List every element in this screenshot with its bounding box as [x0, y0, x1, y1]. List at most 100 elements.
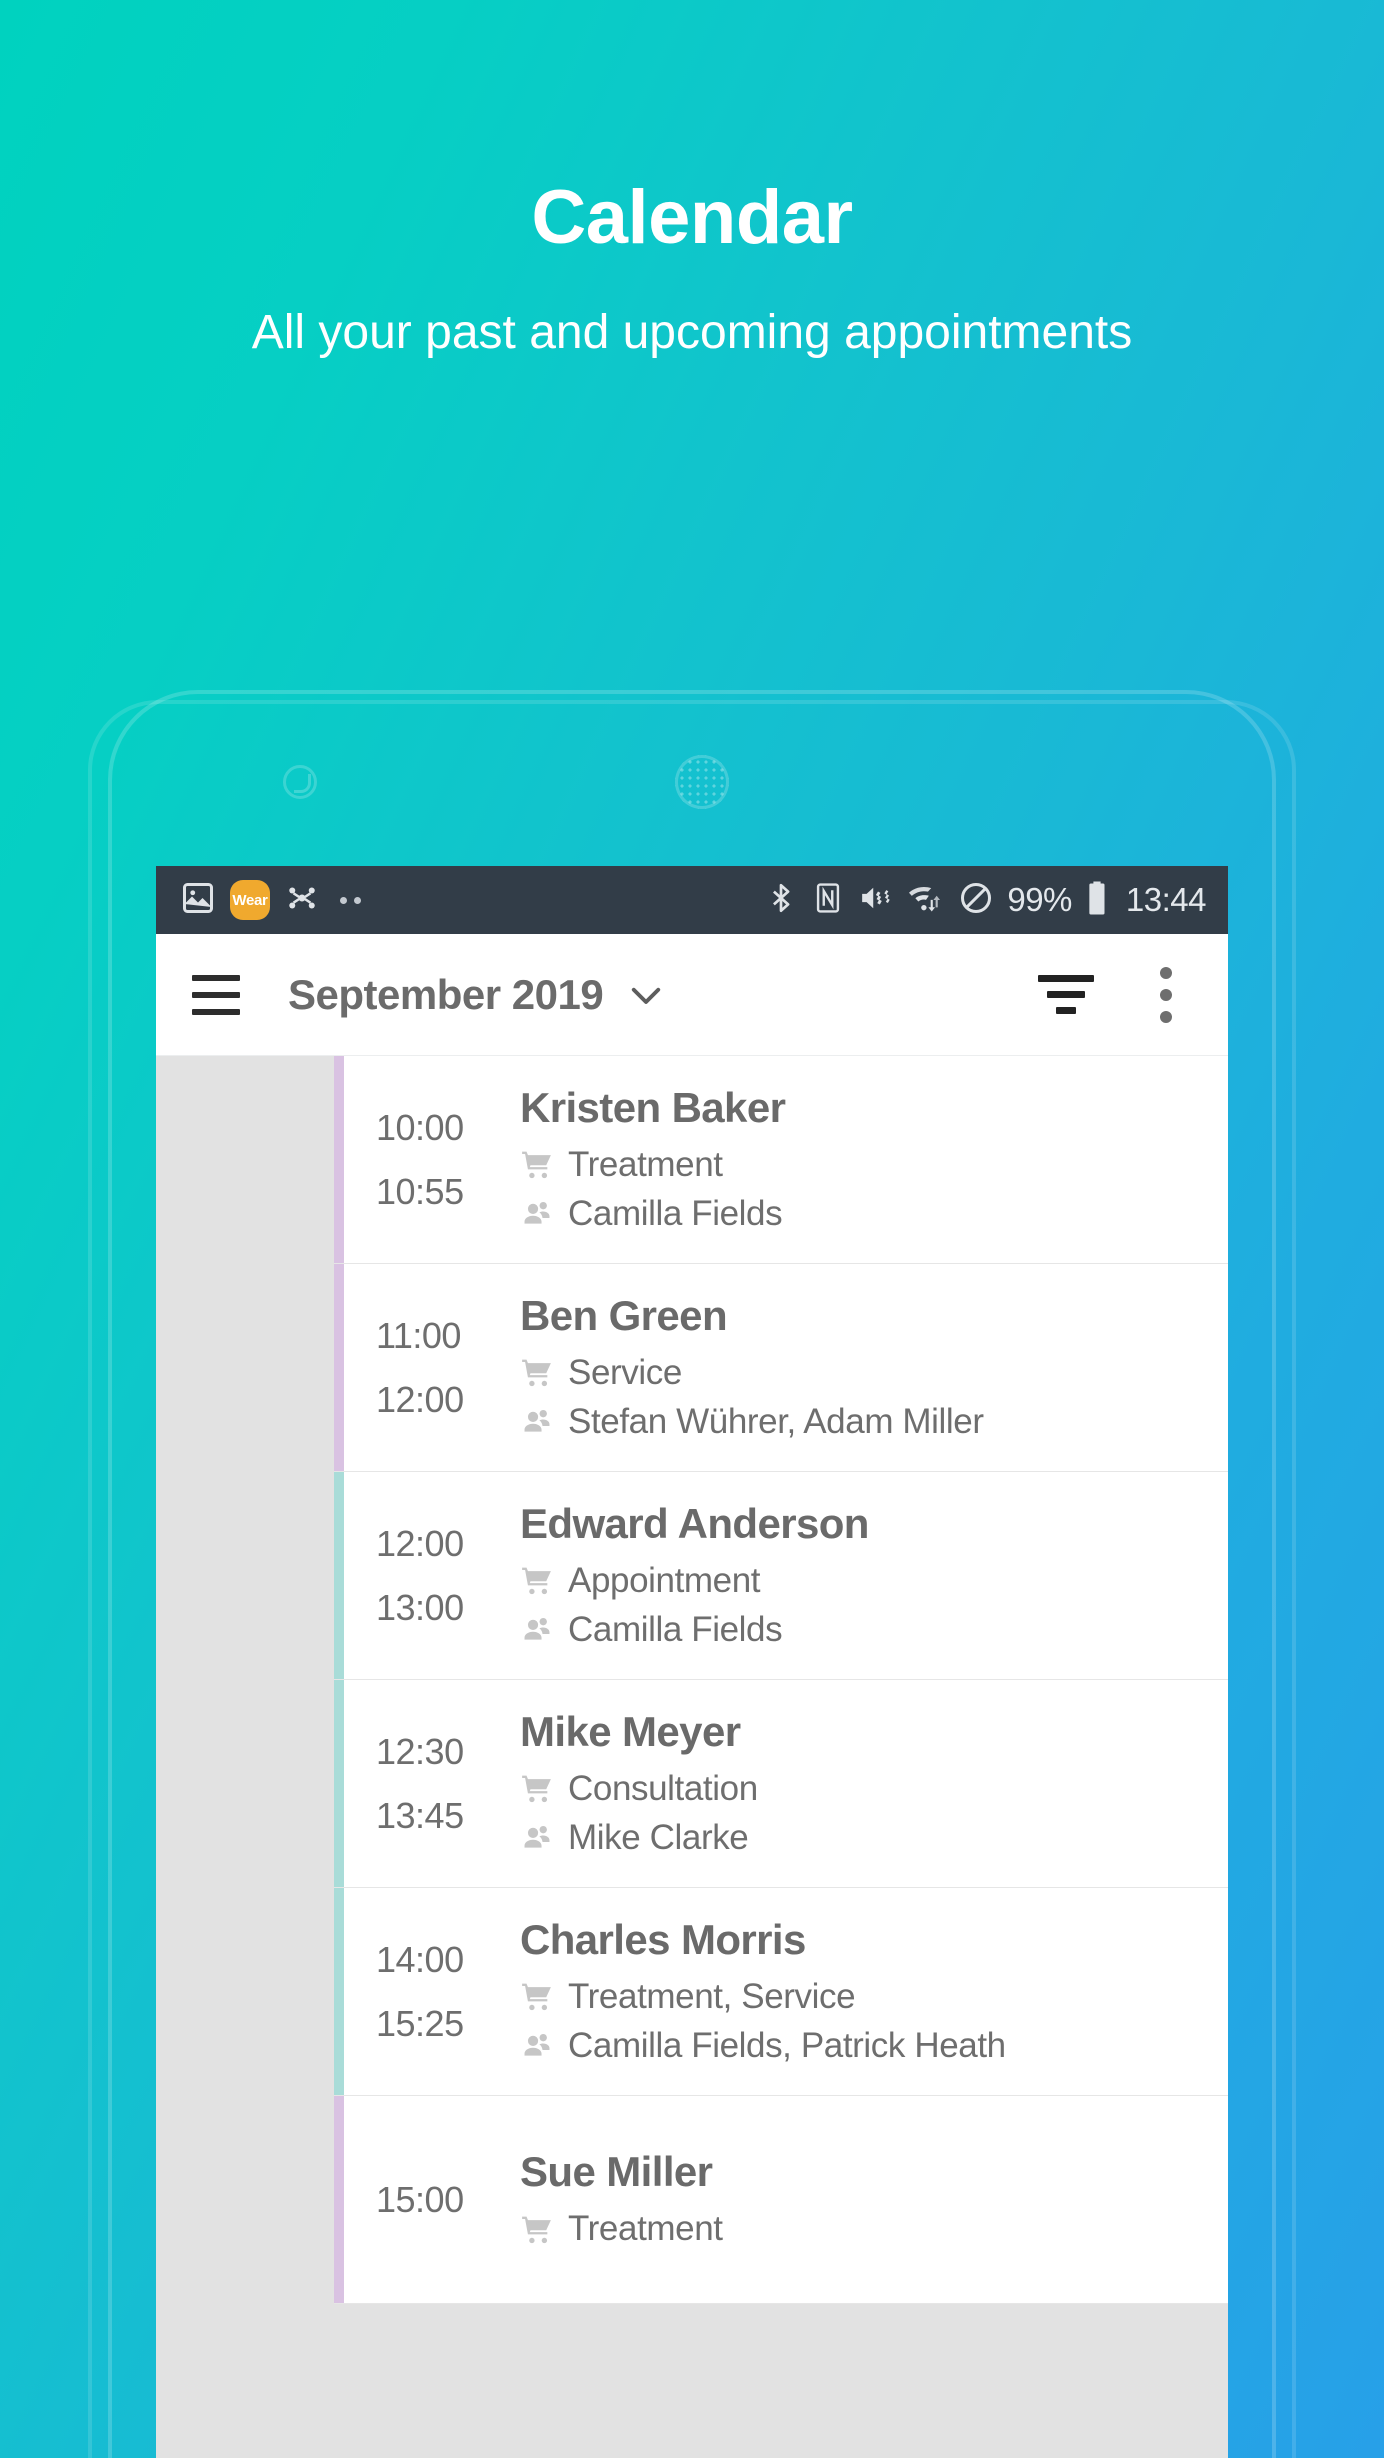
appointment-staff-line: Camilla Fields, Patrick Heath	[520, 2025, 1210, 2066]
appointment-staff: Camilla Fields	[568, 1609, 783, 1649]
appointment-services: Service	[568, 1353, 682, 1393]
appointment-row[interactable]: 14:00 15:25 Charles Morris Treatment, Servi…	[334, 1888, 1228, 2096]
chevron-down-icon[interactable]	[625, 974, 667, 1016]
appointment-end-time: 13:00	[376, 1586, 464, 1628]
page-subtitle: All your past and upcoming appointments	[251, 306, 1133, 359]
appointment-details: Charles Morris Treatment, Service Camilla …	[520, 1915, 1228, 2066]
appointment-details: Sue Miller Treatment	[520, 2150, 1228, 2249]
appointment-start-time: 14:00	[376, 1938, 464, 1980]
battery-icon	[1085, 880, 1109, 921]
appointment-accent-bar	[334, 2096, 344, 2303]
bluetooth-icon	[764, 881, 798, 920]
appointment-staff-line: Camilla Fields	[520, 1609, 1210, 1650]
appointment-services-line: Consultation	[520, 1770, 1210, 1809]
appointment-staff: Camilla Fields	[568, 1193, 783, 1233]
appointment-row[interactable]: 11:00 12:00 Ben Green Service Stefan Wührer,…	[334, 1264, 1228, 1472]
appointment-services: Consultation	[568, 1769, 758, 1809]
device-screen: Wear 99% 13:44 September 2019 10:00 10:5…	[156, 866, 1228, 2458]
appointment-end-time: 15:25	[376, 2002, 464, 2044]
promo-header: Calendar All your past and upcoming appo…	[0, 0, 1384, 363]
appointment-client-name: Charles Morris	[520, 1915, 806, 1963]
appointment-time-range: 11:00 12:00	[334, 1314, 520, 1420]
people-icon	[520, 2029, 554, 2063]
shopping-cart-icon	[520, 2213, 554, 2247]
shopping-cart-icon	[520, 1980, 554, 2014]
appointment-accent-bar	[334, 1472, 344, 1679]
people-icon	[520, 1405, 554, 1439]
filter-icon[interactable]	[1038, 975, 1094, 1014]
status-bar: Wear 99% 13:44	[156, 866, 1228, 934]
hamburger-icon[interactable]	[192, 974, 240, 1015]
appointment-services-line: Treatment	[520, 1146, 1210, 1185]
status-bar-clock: 13:44	[1125, 881, 1207, 918]
appointment-staff-line: Stefan Wührer, Adam Miller	[520, 1401, 1210, 1442]
appointment-time-range: 12:00 13:00	[334, 1522, 520, 1628]
nfc-icon	[811, 881, 845, 920]
shopping-cart-icon	[520, 1564, 554, 1598]
do-not-disturb-icon	[958, 880, 994, 921]
earpiece-speaker-icon	[675, 755, 729, 809]
appointment-services: Treatment, Service	[568, 1977, 856, 2017]
appointment-client-name: Ben Green	[520, 1291, 728, 1339]
appointment-services: Treatment	[568, 2209, 723, 2249]
appointment-services: Appointment	[568, 1561, 761, 1601]
appointment-row[interactable]: 12:30 13:45 Mike Meyer Consultation Mike Cla…	[334, 1680, 1228, 1888]
appointment-services: Treatment	[568, 1145, 723, 1185]
appointment-time-range: 12:30 13:45	[334, 1730, 520, 1836]
appointment-start-time: 12:30	[376, 1730, 464, 1772]
status-bar-system: 99% 13:44	[764, 880, 1207, 921]
overflow-menu-icon[interactable]	[1138, 966, 1194, 1023]
appointment-details: Mike Meyer Consultation Mike Clarke	[520, 1707, 1228, 1858]
month-selector-label[interactable]: September 2019	[288, 971, 604, 1019]
appointment-client-name: Kristen Baker	[520, 1083, 786, 1131]
wifi-icon	[907, 881, 945, 920]
people-icon	[520, 1613, 554, 1647]
appointment-accent-bar	[334, 1888, 344, 2095]
appointment-details: Ben Green Service Stefan Wührer, Adam Mill…	[520, 1291, 1228, 1442]
people-icon	[520, 1197, 554, 1231]
appointment-accent-bar	[334, 1680, 344, 1887]
appointment-services-line: Treatment, Service	[520, 1978, 1210, 2017]
appointment-time-range: 10:00 10:55	[334, 1106, 520, 1212]
appointment-end-time: 10:55	[376, 1170, 464, 1212]
volume-mute-icon	[858, 881, 894, 920]
people-icon	[520, 1821, 554, 1855]
battery-percent: 99%	[1007, 881, 1072, 918]
appointment-client-name: Sue Miller	[520, 2148, 713, 2196]
appointment-row[interactable]: 15:00 Sue Miller Treatment	[334, 2096, 1228, 2304]
appointment-start-time: 12:00	[376, 1522, 464, 1564]
appointment-services-line: Appointment	[520, 1562, 1210, 1601]
shopping-cart-icon	[520, 1356, 554, 1390]
appointment-services-line: Treatment	[520, 2210, 1210, 2249]
appointment-staff-line: Mike Clarke	[520, 1817, 1210, 1858]
appointment-client-name: Edward Anderson	[520, 1499, 869, 1547]
appointment-start-time: 11:00	[376, 1314, 461, 1356]
page-title: Calendar	[531, 175, 853, 260]
appointment-accent-bar	[334, 1056, 344, 1263]
shopping-cart-icon	[520, 1772, 554, 1806]
appointment-time-range: 14:00 15:25	[334, 1938, 520, 2044]
appointment-end-time: 13:45	[376, 1794, 464, 1836]
nodes-icon	[284, 880, 320, 921]
app-toolbar: September 2019	[156, 934, 1228, 1056]
appointment-details: Kristen Baker Treatment Camilla Fields	[520, 1083, 1228, 1234]
appointment-services-line: Service	[520, 1354, 1210, 1393]
appointment-row[interactable]: 12:00 13:00 Edward Anderson Appointment Cami…	[334, 1472, 1228, 1680]
appointment-start-time: 10:00	[376, 1106, 464, 1148]
appointment-row[interactable]: 10:00 10:55 Kristen Baker Treatment Camilla …	[334, 1056, 1228, 1264]
appointment-list[interactable]: 10:00 10:55 Kristen Baker Treatment Camilla …	[156, 1056, 1228, 2458]
appointment-details: Edward Anderson Appointment Camilla Fields	[520, 1499, 1228, 1650]
appointment-start-time: 15:00	[376, 2178, 464, 2220]
appointment-staff: Stefan Wührer, Adam Miller	[568, 1401, 984, 1441]
shopping-cart-icon	[520, 1148, 554, 1182]
more-dots-icon	[340, 896, 361, 904]
status-bar-notifications: Wear	[180, 880, 361, 921]
appointment-staff: Camilla Fields, Patrick Heath	[568, 2025, 1006, 2065]
wear-icon: Wear	[230, 880, 270, 920]
appointment-staff-line: Camilla Fields	[520, 1193, 1210, 1234]
front-camera-icon	[283, 765, 317, 799]
appointment-time-range: 15:00	[334, 2178, 520, 2220]
appointment-staff: Mike Clarke	[568, 1817, 749, 1857]
appointment-client-name: Mike Meyer	[520, 1707, 741, 1755]
appointment-end-time: 12:00	[376, 1378, 464, 1420]
